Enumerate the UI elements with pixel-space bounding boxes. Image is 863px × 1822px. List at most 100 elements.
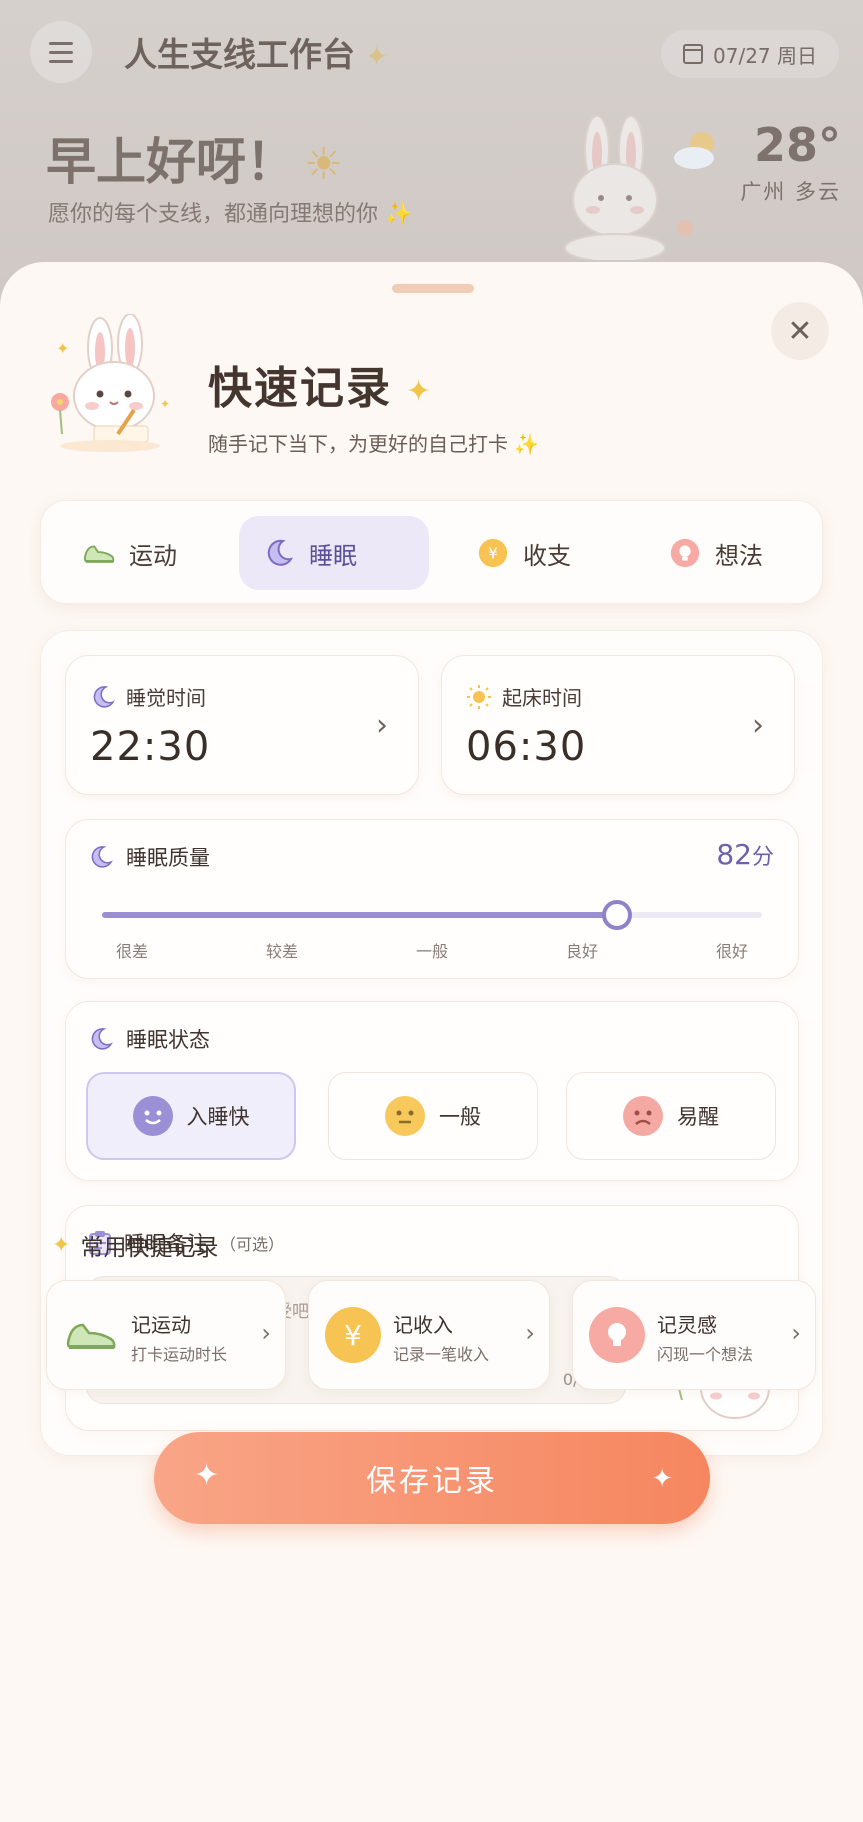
moon-icon xyxy=(91,1028,113,1050)
sleep-state-label-text: 睡眠状态 xyxy=(126,1028,210,1052)
scale-label: 很好 xyxy=(715,942,748,961)
yen-coin-icon: ¥ xyxy=(325,1307,381,1363)
temperature: 28° xyxy=(753,118,841,172)
chevron-right-icon: › xyxy=(261,1319,271,1347)
hamburger-icon xyxy=(49,39,73,66)
quick-record-title: 记运动 xyxy=(131,1313,191,1337)
chevron-right-icon: › xyxy=(376,708,388,743)
tab-ideas[interactable]: 想法 xyxy=(645,516,811,590)
score-value: 82 xyxy=(716,838,752,871)
menu-button[interactable] xyxy=(30,21,92,83)
quick-record-idea[interactable]: 记灵感 闪现一个想法 › xyxy=(572,1280,816,1390)
record-type-tabs: 运动 睡眠 ¥ 收支 想法 xyxy=(40,500,823,604)
optional-hint: （可选） xyxy=(220,1235,285,1254)
state-option-wake-easily[interactable]: 易醒 xyxy=(566,1072,776,1160)
sleep-time-label: 睡觉时间 xyxy=(90,682,206,711)
sneaker-icon xyxy=(83,537,115,569)
tab-finance[interactable]: ¥ 收支 xyxy=(453,516,619,590)
sleep-state-label: 睡眠状态 xyxy=(88,1024,210,1054)
quick-record-title: 记灵感 xyxy=(657,1313,717,1337)
sleep-time-card[interactable]: 睡觉时间 22:30 › xyxy=(65,655,419,795)
calendar-icon xyxy=(683,44,703,64)
tab-exercise-label: 运动 xyxy=(129,541,177,570)
sparkle-icon: ✨ xyxy=(385,202,413,227)
yen-coin-icon: ¥ xyxy=(477,537,509,569)
quick-records-title: ✦ 常用快捷记录 xyxy=(52,1228,218,1262)
quality-slider-fill xyxy=(102,912,617,918)
quick-record-income[interactable]: ¥ 记收入 记录一笔收入 › xyxy=(308,1280,550,1390)
greeting-subtitle: 愿你的每个支线，都通向理想的你 ✨ xyxy=(48,196,412,228)
state-option-fast-asleep[interactable]: 入睡快 xyxy=(86,1072,296,1160)
tab-ideas-label: 想法 xyxy=(715,541,763,570)
partly-cloudy-icon xyxy=(674,132,715,169)
wake-time-value: 06:30 xyxy=(466,724,587,770)
moon-icon xyxy=(91,846,113,868)
quick-record-subtitle: 打卡运动时长 xyxy=(131,1345,228,1364)
neutral-face-icon xyxy=(385,1096,425,1136)
date-pill[interactable]: 07/27 周日 xyxy=(661,30,839,78)
sleep-quality-section: 睡眠质量 82分 很差 较差 一般 良好 很好 xyxy=(65,819,799,979)
greeting-subtitle-text: 愿你的每个支线，都通向理想的你 xyxy=(48,202,379,227)
state-option-label: 一般 xyxy=(439,1105,481,1129)
quick-record-subtitle: 记录一笔收入 xyxy=(393,1345,490,1364)
sleep-time-value: 22:30 xyxy=(90,724,211,770)
sparkle-icon: ✦ xyxy=(365,40,389,73)
svg-text:✦: ✦ xyxy=(56,339,69,358)
sheet-grabber[interactable] xyxy=(392,284,474,293)
quick-record-exercise[interactable]: 记运动 打卡运动时长 › xyxy=(46,1280,286,1390)
wake-time-card[interactable]: 起床时间 06:30 › xyxy=(441,655,795,795)
sheet-subtitle: 随手记下当下，为更好的自己打卡 ✨ xyxy=(208,428,539,457)
tab-finance-label: 收支 xyxy=(523,541,571,570)
quality-slider-thumb[interactable] xyxy=(601,900,632,930)
svg-text:✦: ✦ xyxy=(160,397,170,411)
chevron-right-icon: › xyxy=(525,1319,535,1347)
wake-time-label: 起床时间 xyxy=(466,682,582,711)
save-record-button[interactable]: ✦ 保存记录 ✦ xyxy=(154,1432,710,1524)
sleep-state-section: 睡眠状态 入睡快 一般 易醒 xyxy=(65,1001,799,1181)
quality-slider[interactable] xyxy=(102,900,762,930)
tab-sleep[interactable]: 睡眠 xyxy=(239,516,429,590)
scale-label: 很差 xyxy=(116,942,149,961)
scale-label: 良好 xyxy=(565,942,598,961)
scale-label: 一般 xyxy=(415,942,448,961)
sparkle-icon: ✦ xyxy=(651,1464,676,1494)
moon-icon xyxy=(93,685,115,708)
chevron-right-icon: › xyxy=(791,1319,801,1347)
sheet-title: 快速记录 ✦ xyxy=(208,352,433,416)
quick-record-subtitle: 闪现一个想法 xyxy=(657,1345,754,1364)
sheet-subtitle-text: 随手记下当下，为更好的自己打卡 xyxy=(208,432,508,456)
state-option-label: 易醒 xyxy=(677,1105,719,1129)
scale-label: 较差 xyxy=(265,942,298,961)
score-unit: 分 xyxy=(751,845,774,870)
sleep-quality-score: 82分 xyxy=(716,838,774,871)
greeting: 早上好呀！ ☀ xyxy=(46,122,343,194)
close-icon: ✕ xyxy=(787,313,813,349)
lightbulb-icon xyxy=(589,1307,645,1363)
greeting-text: 早上好呀！ xyxy=(46,133,296,191)
bunny-writing-illustration: ✦ ✦ xyxy=(51,314,170,452)
close-button[interactable]: ✕ xyxy=(771,302,829,360)
sleep-quality-label-text: 睡眠质量 xyxy=(126,846,210,870)
app-title-text: 人生支线工作台 xyxy=(124,35,355,74)
date-text: 07/27 周日 xyxy=(713,43,817,68)
moon-icon xyxy=(263,537,295,569)
quick-record-title: 记收入 xyxy=(393,1313,453,1337)
city-weather: 广州 多云 xyxy=(740,180,841,204)
sparkle-icon: ✨ xyxy=(514,432,539,456)
sad-face-icon xyxy=(623,1096,663,1136)
sun-icon xyxy=(467,684,491,709)
state-option-normal[interactable]: 一般 xyxy=(328,1072,538,1160)
sun-icon: ☀ xyxy=(304,139,344,190)
sheet-title-text: 快速记录 xyxy=(208,363,392,414)
weather-widget: 28° 广州 多云 xyxy=(674,118,841,206)
lightbulb-icon xyxy=(669,537,701,569)
svg-text:¥: ¥ xyxy=(488,545,498,563)
sneaker-icon xyxy=(63,1307,119,1363)
happy-face-icon xyxy=(132,1096,173,1136)
wake-time-label-text: 起床时间 xyxy=(502,686,582,710)
tab-exercise[interactable]: 运动 xyxy=(59,516,225,590)
app-header: 人生支线工作台 ✦ 07/27 周日 xyxy=(30,21,843,83)
app-title: 人生支线工作台 ✦ xyxy=(124,28,388,76)
state-option-label: 入睡快 xyxy=(186,1105,250,1129)
quick-record-sheet: ✕ ✦ ✦ 快速记录 ✦ 随手记下当下，为更好的自己打卡 ✨ 运动 睡眠 ¥ 收… xyxy=(0,262,863,1822)
